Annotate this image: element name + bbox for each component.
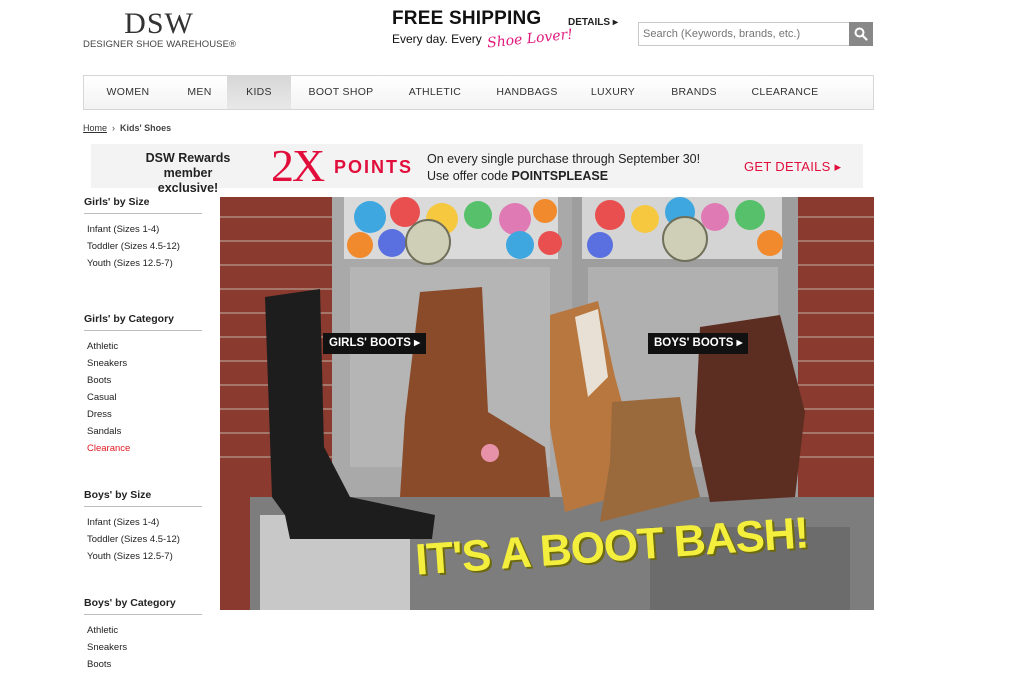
- logo-wordmark: DSW: [124, 7, 194, 40]
- nav-clearance[interactable]: CLEARANCE: [737, 76, 833, 109]
- sidebar-link-clearance[interactable]: Clearance: [87, 440, 202, 457]
- search-input[interactable]: [638, 22, 850, 46]
- sidebar-link[interactable]: Toddler (Sizes 4.5-12): [87, 238, 202, 255]
- rewards-multiplier: 2X: [271, 140, 325, 191]
- breadcrumb-home[interactable]: Home: [83, 123, 107, 133]
- shipping-details-link[interactable]: DETAILS ▸: [568, 17, 618, 28]
- sidebar-link[interactable]: Youth (Sizes 12.5-7): [87, 255, 202, 272]
- boys-boots-button[interactable]: BOYS' BOOTS ▸: [648, 333, 749, 354]
- free-shipping-promo: FREE SHIPPING Every day. Every Shoe Love…: [392, 8, 574, 52]
- nav-boot-shop[interactable]: BOOT SHOP: [291, 76, 391, 109]
- sidebar-section-girls-category: Girls' by Category Athletic Sneakers Boo…: [84, 313, 202, 489]
- nav-women[interactable]: WOMEN: [84, 76, 172, 109]
- breadcrumb-current: Kids' Shoes: [120, 123, 172, 133]
- sidebar-link[interactable]: Sneakers: [87, 639, 202, 656]
- sidebar-section-title: Girls' by Size: [84, 196, 202, 214]
- nav-luxury[interactable]: LUXURY: [575, 76, 651, 109]
- dsw-logo[interactable]: DSW DESIGNER SHOE WAREHOUSE®: [83, 7, 237, 51]
- breadcrumb: Home › Kids' Shoes: [83, 123, 171, 133]
- sidebar-section-title: Girls' by Category: [84, 313, 202, 331]
- shoe-lover-script: Shoe Lover!: [486, 26, 574, 52]
- rewards-banner[interactable]: DSW Rewards member exclusive! 2X POINTS …: [91, 140, 863, 195]
- main-nav: WOMEN MEN KIDS BOOT SHOP ATHLETIC HANDBA…: [83, 75, 874, 110]
- search-button[interactable]: [849, 22, 873, 46]
- sidebar-section-boys-size: Boys' by Size Infant (Sizes 1-4) Toddler…: [84, 489, 202, 597]
- free-shipping-title: FREE SHIPPING: [392, 8, 542, 29]
- rewards-offer-line1: On every single purchase through Septemb…: [427, 152, 701, 166]
- hero-banner[interactable]: GIRLS' BOOTS ▸ BOYS' BOOTS ▸ IT'S A BOOT…: [220, 197, 874, 610]
- sidebar-link[interactable]: Infant (Sizes 1-4): [87, 514, 202, 531]
- rewards-points: POINTS: [334, 157, 414, 177]
- rewards-line1: DSW Rewards: [145, 151, 231, 165]
- sidebar-link[interactable]: Boots: [87, 656, 202, 673]
- sidebar-section-girls-size: Girls' by Size Infant (Sizes 1-4) Toddle…: [84, 196, 202, 313]
- logo-subtitle: DESIGNER SHOE WAREHOUSE®: [83, 39, 237, 50]
- sidebar-link[interactable]: Casual: [87, 389, 202, 406]
- sidebar-section-title: Boys' by Size: [84, 489, 202, 507]
- sidebar-section-boys-category: Boys' by Category Athletic Sneakers Boot…: [84, 597, 202, 673]
- search-bar: [638, 22, 874, 46]
- search-icon: [854, 27, 868, 41]
- sidebar-link[interactable]: Toddler (Sizes 4.5-12): [87, 531, 202, 548]
- free-shipping-text: Every day. Every: [392, 32, 482, 46]
- rewards-offer: On every single purchase through Septemb…: [427, 151, 700, 185]
- get-details-link[interactable]: GET DETAILS ▸: [744, 159, 841, 175]
- nav-handbags[interactable]: HANDBAGS: [479, 76, 575, 109]
- breadcrumb-separator: ›: [112, 123, 116, 133]
- sidebar-link[interactable]: Sneakers: [87, 355, 202, 372]
- sidebar-link[interactable]: Youth (Sizes 12.5-7): [87, 548, 202, 565]
- nav-men[interactable]: MEN: [172, 76, 227, 109]
- nav-athletic[interactable]: ATHLETIC: [391, 76, 479, 109]
- rewards-line2: member exclusive!: [157, 166, 219, 195]
- sidebar-section-title: Boys' by Category: [84, 597, 202, 615]
- sidebar-link[interactable]: Dress: [87, 406, 202, 423]
- girls-boots-button[interactable]: GIRLS' BOOTS ▸: [323, 333, 426, 354]
- category-sidebar: Girls' by Size Infant (Sizes 1-4) Toddle…: [84, 196, 202, 673]
- nav-brands[interactable]: BRANDS: [651, 76, 737, 109]
- sidebar-link[interactable]: Athletic: [87, 622, 202, 639]
- rewards-offer-code: POINTSPLEASE: [511, 169, 609, 183]
- nav-kids[interactable]: KIDS: [227, 76, 291, 109]
- sidebar-link[interactable]: Athletic: [87, 338, 202, 355]
- sidebar-link[interactable]: Boots: [87, 372, 202, 389]
- sidebar-link[interactable]: Infant (Sizes 1-4): [87, 221, 202, 238]
- free-shipping-line: Every day. Every Shoe Lover!: [392, 27, 574, 52]
- rewards-label: DSW Rewards member exclusive!: [133, 151, 243, 196]
- rewards-offer-prefix: Use offer code: [427, 169, 512, 183]
- sidebar-link[interactable]: Sandals: [87, 423, 202, 440]
